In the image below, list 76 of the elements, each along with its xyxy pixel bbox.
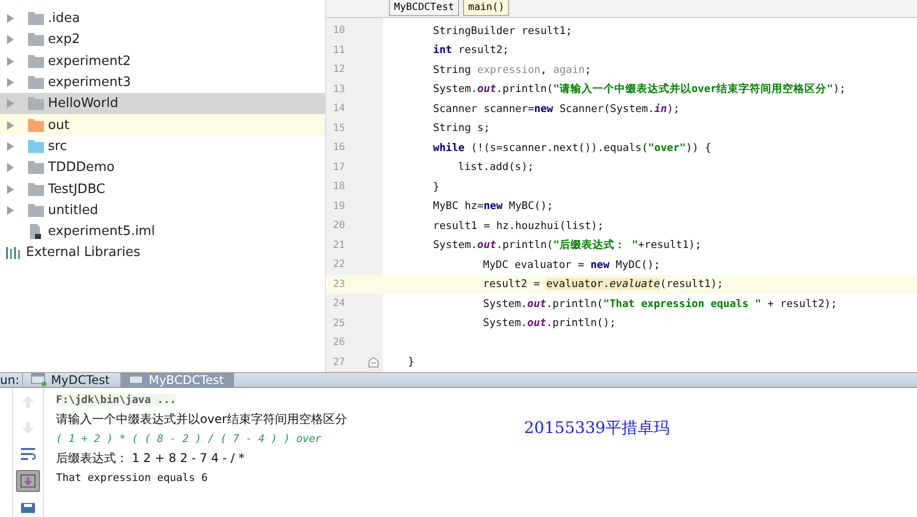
tree-item[interactable]: HelloWorld [0,93,325,114]
wrap-icon [20,446,36,462]
line-number: 17 [332,162,346,173]
code-line: MyBC hz=new MyBC(); [433,200,554,212]
printer-icon [20,503,36,513]
code-line: System.out.println("请输入一个中缀表达式并以over结束字符间用空格区分"); [433,82,846,96]
code-line: } [408,356,414,368]
author-note: 20155339平措卓玛 [524,418,670,439]
line-number: 23 [332,278,346,290]
expand-arrow-icon[interactable] [6,163,14,172]
console-line: That expression equals 6 [56,472,208,484]
tree-item[interactable]: exp2 [0,29,325,51]
code-line: StringBuilder result1; [433,24,572,37]
code-line: String expression, again; [433,64,592,76]
code-line: } [433,180,440,193]
line-number: 19 [332,200,346,212]
line-number: 11 [332,44,346,56]
down-arrow-icon [21,421,35,435]
console-line: ( 1 + 2 ) * ( ( 8 - 2 ) / ( 7 - 4 ) ) over [56,432,322,445]
code-line: while (!(s=scanner.next()).equals("over")) { [433,142,712,154]
line-number: 13 [332,84,346,95]
run-tab[interactable]: MyDCTest [22,373,120,387]
line-number: 22 [332,259,346,270]
tree-item[interactable]: untitled [0,200,325,221]
tree-item[interactable]: .idea [0,8,325,30]
line-number: 14 [332,103,346,114]
tree-item[interactable]: experiment5.iml [0,220,325,242]
code-line: MyDC evaluator = new MyDC(); [483,258,660,271]
expand-arrow-icon[interactable] [6,56,14,66]
line-number: 21 [332,240,346,251]
code-line: Scanner scanner=new Scanner(System.in); [433,102,680,115]
expand-arrow-icon[interactable] [6,35,14,44]
line-number: 12 [332,64,346,76]
line-number: 20 [332,220,346,232]
expand-arrow-icon[interactable] [6,142,14,151]
run-label: un: [0,373,20,387]
code-line: int result2; [433,44,509,56]
breadcrumb[interactable]: main() [463,0,510,16]
line-number: 10 [332,25,346,36]
expand-arrow-icon[interactable] [6,184,14,194]
breadcrumb[interactable]: MyBCDCTest [389,0,460,16]
code-line: String s; [433,122,490,134]
toolbar-button[interactable] [16,470,40,492]
fold-marker-icon[interactable] [368,356,378,368]
line-number: 18 [332,181,346,192]
tree-item[interactable]: experiment3 [0,72,325,94]
console-line: 请输入一个中缀表达式并以over结束字符间用空格区分 [56,410,347,428]
tree-item[interactable]: out [0,114,325,136]
code-line: result2 = evaluator.evaluate(result1); [483,278,724,290]
tree-item[interactable]: External Libraries [0,242,325,264]
tree-item[interactable]: experiment2 [0,50,325,72]
expand-arrow-icon[interactable] [6,206,14,215]
up-arrow-icon [21,395,35,409]
line-number: 27 [332,356,346,368]
code-editor[interactable] [326,18,917,372]
code-line: System.out.println("That expression equals " + result2); [483,298,838,310]
tree-item[interactable]: src [0,136,325,158]
expand-arrow-icon[interactable] [6,14,14,24]
tree-item[interactable]: TDDDemo [0,157,325,178]
console-icon [128,373,145,387]
code-line: result1 = hz.houzhui(list); [433,220,604,232]
expand-arrow-icon[interactable] [6,120,14,130]
console-icon [31,373,47,387]
code-line: System.out.println(); [483,317,616,330]
line-number: 24 [332,298,346,310]
expand-arrow-icon[interactable] [6,78,14,88]
line-number: 25 [332,318,346,329]
tree-item[interactable]: TestJDBC [0,178,325,200]
line-number: 26 [332,337,346,348]
code-line: System.out.println("后缀表达式： "+result1); [433,238,702,252]
line-number: 15 [332,122,346,134]
scroll-to-end-icon [20,473,36,489]
line-number: 16 [332,142,346,154]
expand-arrow-icon[interactable] [6,99,14,108]
code-line: list.add(s); [458,161,534,174]
console-line: 后缀表达式： 1 2 + 8 2 - 7 4 - / * [56,450,245,467]
